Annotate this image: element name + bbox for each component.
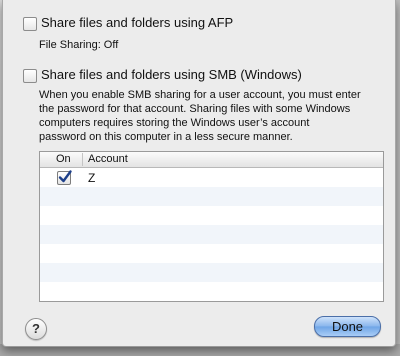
smb-description-line: When you enable SMB sharing for a user a… (39, 89, 361, 101)
column-divider (82, 153, 83, 166)
file-sharing-status: File Sharing: Off (39, 39, 119, 51)
table-header: On Account (40, 152, 383, 168)
column-header-on[interactable]: On (56, 153, 71, 165)
column-header-account[interactable]: Account (88, 153, 128, 165)
help-button[interactable]: ? (25, 318, 47, 340)
afp-checkbox[interactable] (23, 17, 37, 31)
table-row-empty (40, 244, 383, 263)
smb-description-line: computers requires storing the Windows u… (39, 117, 310, 129)
smb-description-line: password on this computer in a less secu… (39, 131, 293, 143)
smb-description: When you enable SMB sharing for a user a… (39, 88, 379, 144)
table-row-empty (40, 263, 383, 282)
accounts-table[interactable]: On Account Z (39, 151, 384, 302)
account-name: Z (88, 171, 96, 185)
account-enabled-checkbox[interactable] (57, 170, 72, 185)
table-row[interactable]: Z (40, 168, 383, 187)
smb-description-line: the password for that account. Sharing f… (39, 103, 351, 115)
table-row-empty (40, 206, 383, 225)
smb-options-sheet: Share files and folders using AFP File S… (2, 0, 396, 347)
afp-checkbox-label[interactable]: Share files and folders using AFP (41, 15, 233, 30)
checkmark-icon (58, 170, 72, 183)
table-row-empty (40, 187, 383, 206)
table-row-empty (40, 282, 383, 301)
smb-checkbox[interactable] (23, 69, 37, 83)
table-row-empty (40, 225, 383, 244)
smb-checkbox-label[interactable]: Share files and folders using SMB (Windo… (41, 67, 302, 82)
done-button[interactable]: Done (314, 316, 381, 337)
